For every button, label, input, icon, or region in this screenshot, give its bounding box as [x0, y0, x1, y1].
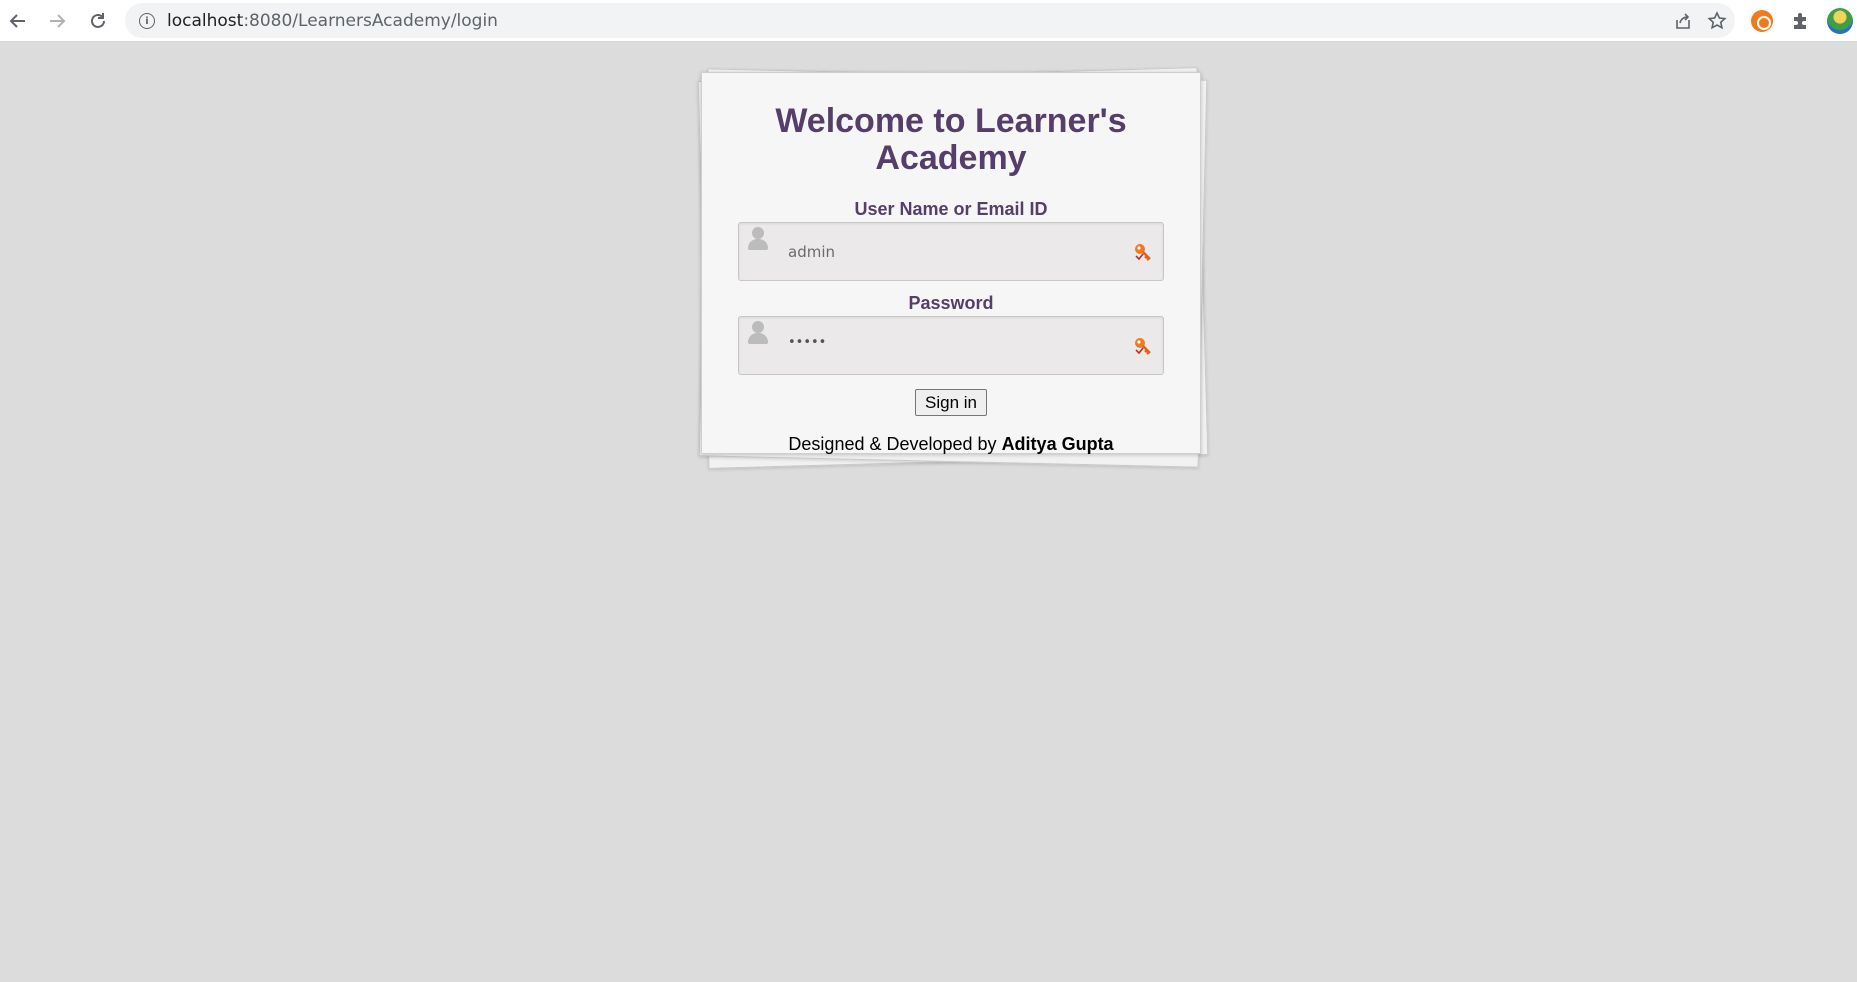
url-text[interactable]: localhost:8080/LearnersAcademy/login: [167, 11, 498, 31]
login-card: Welcome to Learner's Academy User Name o…: [701, 72, 1201, 454]
sign-in-button[interactable]: Sign in: [915, 389, 987, 416]
password-value: •••••: [788, 335, 827, 350]
username-field[interactable]: admin: [738, 222, 1164, 281]
address-bar[interactable]: i localhost:8080/LearnersAcademy/login: [125, 3, 1735, 38]
ubuntu-extension-icon[interactable]: [1749, 8, 1775, 34]
profile-avatar-icon[interactable]: [1827, 8, 1853, 34]
user-icon: [745, 224, 771, 252]
credit-prefix: Designed & Developed by: [788, 434, 1002, 454]
share-icon[interactable]: [1671, 9, 1695, 33]
key-icon: [1133, 336, 1153, 356]
credit-text: Designed & Developed by Aditya Gupta: [702, 434, 1200, 455]
login-card-stack: Welcome to Learner's Academy User Name o…: [693, 64, 1209, 470]
reload-icon[interactable]: [84, 7, 112, 35]
puzzle-icon[interactable]: [1787, 8, 1813, 34]
star-icon[interactable]: [1705, 9, 1729, 33]
key-icon: [1133, 242, 1153, 262]
page-title: Welcome to Learner's Academy: [775, 102, 1127, 177]
forward-arrow-icon[interactable]: [43, 7, 71, 35]
back-arrow-icon[interactable]: [4, 7, 32, 35]
url-host: localhost: [167, 11, 244, 31]
url-path: :8080/LearnersAcademy/login: [243, 11, 498, 31]
credit-author: Aditya Gupta: [1001, 434, 1114, 454]
password-label: Password: [908, 293, 994, 313]
browser-toolbar: i localhost:8080/LearnersAcademy/login: [0, 0, 1857, 42]
info-icon[interactable]: i: [139, 13, 155, 29]
password-field[interactable]: •••••: [738, 316, 1164, 375]
username-value: admin: [788, 243, 835, 261]
user-icon: [745, 318, 771, 346]
username-label: User Name or Email ID: [854, 199, 1048, 219]
